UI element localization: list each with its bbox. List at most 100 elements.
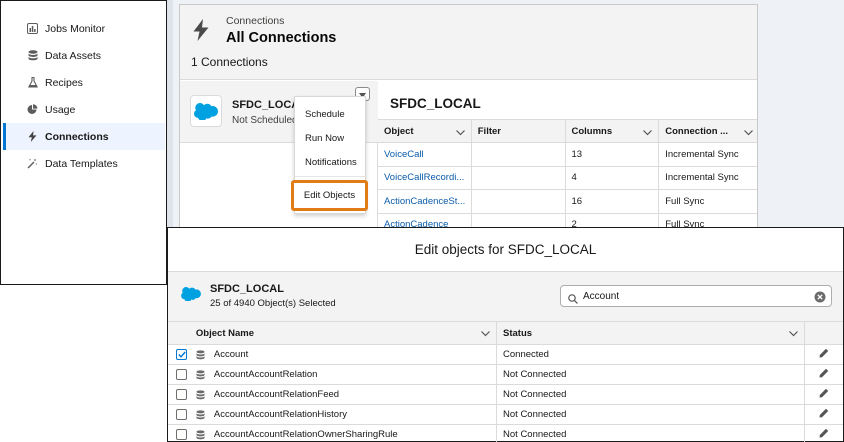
pencil-icon[interactable]	[819, 428, 829, 441]
database-icon	[196, 429, 205, 440]
table-row: AccountAccountRelationHistory Not Connec…	[168, 405, 843, 425]
row-edit-cell	[805, 345, 843, 364]
status-cell: Not Connected	[497, 405, 806, 424]
chevron-down-icon[interactable]	[481, 329, 490, 340]
pencil-icon[interactable]	[819, 348, 829, 361]
breadcrumb[interactable]: Connections	[226, 15, 284, 27]
column-header-object-name[interactable]: Object Name	[196, 322, 498, 344]
database-icon	[196, 409, 205, 420]
edit-objects-modal: Edit objects for SFDC_LOCAL SFDC_LOCAL 2…	[167, 227, 844, 442]
sidebar-item-connections[interactable]: Connections	[3, 123, 165, 150]
column-header-status[interactable]: Status	[497, 322, 806, 344]
table-row: VoiceCall 13 Incremental Sync	[378, 143, 757, 167]
magic-wand-icon	[27, 158, 38, 169]
menu-item-notifications[interactable]: Notifications	[305, 157, 357, 168]
sidebar-item-usage[interactable]: Usage	[3, 96, 165, 123]
sync-mode-cell: Incremental Sync	[665, 172, 739, 184]
sync-mode-cell: Full Sync	[665, 195, 705, 207]
selected-count: 25 of 4940 Object(s) Selected	[210, 298, 336, 309]
menu-item-edit-objects[interactable]: Edit Objects	[291, 180, 368, 211]
pencil-icon[interactable]	[819, 368, 829, 381]
sidebar-item-label: Data Templates	[45, 157, 118, 170]
database-icon	[196, 389, 205, 400]
row-checkbox[interactable]	[176, 389, 188, 400]
header-spacer	[805, 322, 843, 344]
search-icon	[568, 291, 578, 309]
object-link[interactable]: VoiceCallRecordi...	[378, 166, 472, 189]
modal-title: Edit objects for SFDC_LOCAL	[168, 228, 843, 272]
sidebar-item-label: Data Assets	[45, 49, 102, 62]
connection-schedule: Not Scheduled	[232, 115, 298, 126]
row-checkbox-cell	[168, 345, 196, 364]
columns-cell: 13	[566, 143, 660, 166]
row-checkbox[interactable]	[176, 429, 188, 440]
filter-cell	[472, 166, 566, 189]
pie-chart-icon	[27, 104, 38, 115]
sidebar-item-label: Recipes	[45, 76, 83, 89]
chevron-down-icon[interactable]	[789, 329, 799, 340]
connection-count: 1 Connections	[191, 55, 268, 69]
column-header-label: Connection ...	[665, 125, 729, 137]
chevron-down-icon[interactable]	[643, 128, 653, 139]
table-row: Account Connected	[168, 345, 843, 365]
object-name-cell: Account	[196, 345, 498, 364]
lightning-icon	[193, 19, 209, 46]
page-header: Connections All Connections 1 Connection…	[180, 5, 757, 80]
object-name-cell: AccountAccountRelationHistory	[196, 405, 498, 424]
columns-cell: 4	[566, 166, 660, 189]
row-edit-cell	[805, 365, 843, 384]
pencil-icon[interactable]	[819, 408, 829, 421]
object-name-cell: AccountAccountRelation	[196, 365, 498, 384]
modal-subheader: SFDC_LOCAL 25 of 4940 Object(s) Selected…	[168, 272, 843, 322]
status-cell: Connected	[497, 345, 806, 364]
object-name: AccountAccountRelationHistory	[213, 409, 347, 420]
sidebar-item-data-templates[interactable]: Data Templates	[3, 150, 165, 177]
status-cell: Not Connected	[497, 365, 806, 384]
bar-chart-icon	[27, 23, 38, 34]
lightning-icon	[27, 131, 38, 142]
flask-icon	[27, 77, 38, 88]
check-icon	[178, 351, 186, 358]
row-checkbox-cell	[168, 405, 196, 424]
object-search-input[interactable]: Account	[560, 285, 832, 307]
sidebar-item-data-assets[interactable]: Data Assets	[3, 42, 165, 69]
chevron-down-icon[interactable]	[744, 128, 753, 139]
row-edit-cell	[805, 405, 843, 424]
clear-search-icon[interactable]	[814, 290, 826, 308]
table-row: AccountAccountRelation Not Connected	[168, 365, 843, 385]
columns-cell: 16	[566, 190, 660, 213]
objects-table: Object Filter Columns Connection ... Voi…	[378, 119, 757, 237]
column-header-connection-mode[interactable]: Connection ...	[659, 120, 757, 142]
table-row: AccountAccountRelationOwnerSharingRule N…	[168, 425, 843, 442]
column-header-columns[interactable]: Columns	[566, 120, 660, 142]
menu-divider	[295, 176, 365, 177]
row-checkbox[interactable]	[176, 369, 188, 380]
object-name: AccountAccountRelation	[213, 369, 318, 380]
object-name-cell: AccountAccountRelationFeed	[196, 385, 498, 404]
search-value: Account	[583, 291, 620, 302]
menu-item-run-now[interactable]: Run Now	[305, 133, 344, 144]
row-checkbox[interactable]	[176, 409, 188, 420]
chevron-down-icon[interactable]	[455, 128, 465, 139]
row-checkbox-cell	[168, 365, 196, 384]
row-checkbox[interactable]	[176, 349, 188, 360]
table-row: AccountAccountRelationFeed Not Connected	[168, 385, 843, 405]
sidebar-item-recipes[interactable]: Recipes	[3, 69, 165, 96]
menu-item-schedule[interactable]: Schedule	[305, 109, 345, 120]
object-link[interactable]: ActionCadenceSt...	[378, 190, 472, 213]
column-header-filter[interactable]: Filter	[472, 120, 566, 142]
sidebar-item-jobs-monitor[interactable]: Jobs Monitor	[3, 15, 165, 42]
column-header-object[interactable]: Object	[378, 120, 472, 142]
row-checkbox-cell	[168, 385, 196, 404]
object-link[interactable]: VoiceCall	[378, 143, 472, 166]
pencil-icon[interactable]	[819, 388, 829, 401]
status-cell: Not Connected	[497, 385, 806, 404]
object-name-cell: AccountAccountRelationOwnerSharingRule	[196, 425, 498, 442]
salesforce-cloud-icon	[181, 286, 201, 306]
connection-detail: SFDC_LOCAL Object Filter Columns Connect…	[378, 81, 757, 237]
object-name: AccountAccountRelationOwnerSharingRule	[213, 429, 398, 440]
database-icon	[27, 50, 38, 61]
database-icon	[196, 349, 205, 360]
table-row: VoiceCallRecordi... 4 Incremental Sync	[378, 166, 757, 190]
page-title: All Connections	[226, 30, 337, 46]
